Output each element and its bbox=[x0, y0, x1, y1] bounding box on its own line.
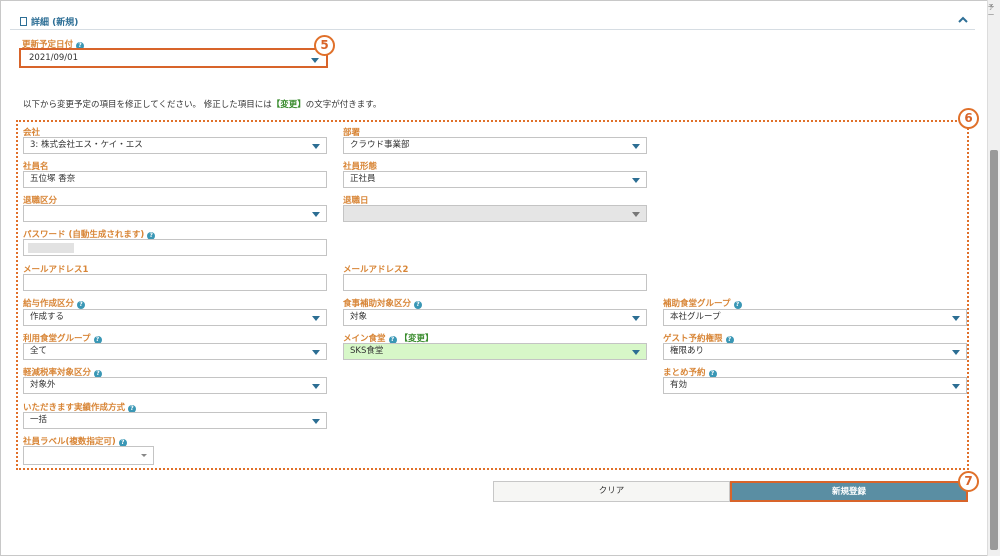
help-icon[interactable]: ? bbox=[77, 301, 86, 309]
scrollbar-thumb[interactable] bbox=[990, 150, 998, 550]
help-icon[interactable]: ? bbox=[414, 301, 423, 309]
vertical-scrollbar[interactable] bbox=[987, 0, 1000, 556]
retirement-date-select bbox=[343, 205, 647, 222]
main-cafeteria-select[interactable]: SKS食堂 bbox=[343, 343, 647, 360]
chevron-down-icon bbox=[632, 178, 640, 183]
meal-subsidy-target-select[interactable]: 対象 bbox=[343, 309, 647, 326]
redacted-value bbox=[28, 243, 74, 253]
chevron-down-icon bbox=[632, 144, 640, 149]
itadakimasu-method-select[interactable]: 一括 bbox=[23, 412, 327, 429]
update-date-select[interactable]: 2021/09/01 bbox=[23, 52, 325, 65]
department-select[interactable]: クラウド事業部 bbox=[343, 137, 647, 154]
panel-title: 詳細 (新規) bbox=[20, 15, 78, 28]
panel-title-text: 詳細 (新規) bbox=[31, 18, 79, 28]
company-select[interactable]: 3: 株式会社エス・ケイ・エス bbox=[23, 137, 327, 154]
chevron-down-icon bbox=[312, 316, 320, 321]
payroll-type-select[interactable]: 作成する bbox=[23, 309, 327, 326]
step-badge-5: 5 bbox=[314, 35, 335, 56]
step-badge-6: 6 bbox=[958, 108, 979, 129]
chevron-down-icon bbox=[312, 350, 320, 355]
chevron-down-icon bbox=[311, 58, 319, 63]
register-button[interactable]: 新規登録 bbox=[730, 481, 968, 502]
chevron-down-icon bbox=[312, 384, 320, 389]
chevron-down-icon bbox=[312, 144, 320, 149]
chevron-down-icon bbox=[632, 316, 640, 321]
employee-label-multiselect[interactable] bbox=[23, 446, 154, 465]
payroll-type-label: 給与作成区分? bbox=[23, 297, 86, 309]
step-badge-7: 7 bbox=[958, 471, 979, 492]
update-date-highlight: 2021/09/01 bbox=[19, 48, 328, 68]
side-text: 予 一 bbox=[988, 4, 995, 19]
guest-reservation-select[interactable]: 権限あり bbox=[663, 343, 967, 360]
chevron-down-icon bbox=[312, 419, 320, 424]
chevron-down-icon bbox=[952, 384, 960, 389]
email2-input[interactable] bbox=[343, 274, 647, 291]
employee-name-input[interactable]: 五位塚 香奈 bbox=[23, 171, 327, 188]
help-icon[interactable]: ? bbox=[733, 301, 742, 309]
chevron-down-icon bbox=[952, 350, 960, 355]
password-input[interactable] bbox=[23, 239, 327, 256]
panel-header: 詳細 (新規) bbox=[10, 12, 975, 30]
subsidy-cafeteria-group-label: 補助食堂グループ? bbox=[663, 297, 742, 309]
clear-button[interactable]: クリア bbox=[493, 481, 730, 502]
chevron-down-icon bbox=[632, 350, 640, 355]
employment-type-select[interactable]: 正社員 bbox=[343, 171, 647, 188]
reduced-tax-target-select[interactable]: 対象外 bbox=[23, 377, 327, 394]
bulk-reservation-select[interactable]: 有効 bbox=[663, 377, 967, 394]
email1-input[interactable] bbox=[23, 274, 327, 291]
instruction-text: 以下から変更予定の項目を修正してください。 修正した項目には【変更】の文字が付き… bbox=[23, 100, 382, 110]
cafeteria-group-select[interactable]: 全て bbox=[23, 343, 327, 360]
changed-tag-example: 【変更】 bbox=[271, 100, 306, 110]
chevron-down-icon bbox=[952, 316, 960, 321]
meal-subsidy-target-label: 食事補助対象区分? bbox=[343, 297, 423, 309]
update-date-value: 2021/09/01 bbox=[29, 53, 78, 63]
document-icon bbox=[20, 17, 27, 26]
retirement-type-select[interactable] bbox=[23, 205, 327, 222]
chevron-down-icon bbox=[312, 212, 320, 217]
subsidy-cafeteria-group-select[interactable]: 本社グループ bbox=[663, 309, 967, 326]
chevron-up-icon[interactable] bbox=[957, 14, 969, 26]
chevron-down-icon bbox=[141, 454, 147, 457]
chevron-down-icon bbox=[632, 212, 640, 217]
